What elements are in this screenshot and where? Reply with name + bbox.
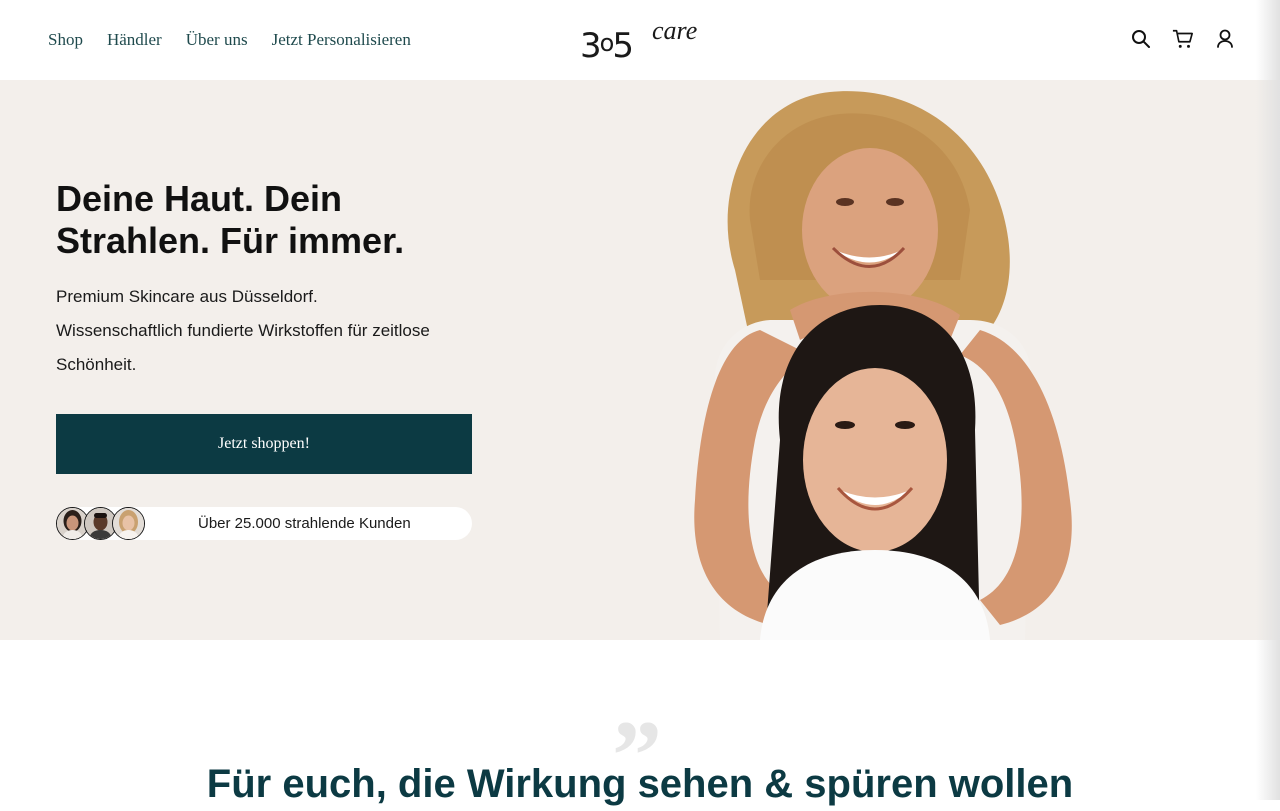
section-title: Für euch, die Wirkung sehen & spüren wol… bbox=[206, 762, 1074, 806]
main-nav: Shop Händler Über uns Jetzt Personalisie… bbox=[48, 0, 411, 80]
avatar bbox=[112, 507, 145, 540]
hero-title: Deine Haut. Dein Strahlen. Für immer. bbox=[56, 178, 405, 261]
scrollbar-shadow bbox=[1256, 0, 1280, 800]
nav-shop[interactable]: Shop bbox=[48, 30, 83, 50]
shop-now-button[interactable]: Jetzt shoppen! bbox=[56, 414, 472, 474]
hero-subtitle: Premium Skincare aus Düsseldorf. Wissensc… bbox=[56, 287, 430, 374]
site-header: Shop Händler Über uns Jetzt Personalisie… bbox=[0, 0, 1280, 80]
customer-avatars bbox=[56, 507, 145, 540]
hero-image bbox=[694, 91, 1072, 640]
nav-haendler[interactable]: Händler bbox=[107, 30, 162, 50]
logo-word: care bbox=[652, 16, 698, 45]
user-icon[interactable] bbox=[1214, 28, 1236, 50]
brand-logo[interactable]: 3o5 care bbox=[580, 14, 710, 66]
hero-section: Deine Haut. Dein Strahlen. Für immer. Pre… bbox=[0, 80, 1280, 640]
nav-ueber-uns[interactable]: Über uns bbox=[186, 30, 248, 50]
nav-personalisieren[interactable]: Jetzt Personalisieren bbox=[272, 30, 411, 50]
logo-number: 3o5 bbox=[580, 26, 634, 66]
social-proof-badge: Über 25.000 strahlende Kunden bbox=[56, 507, 472, 540]
cart-icon[interactable] bbox=[1172, 28, 1194, 50]
search-icon[interactable] bbox=[1130, 28, 1152, 50]
header-icons bbox=[1130, 28, 1236, 50]
social-proof-text: Über 25.000 strahlende Kunden bbox=[198, 515, 411, 532]
